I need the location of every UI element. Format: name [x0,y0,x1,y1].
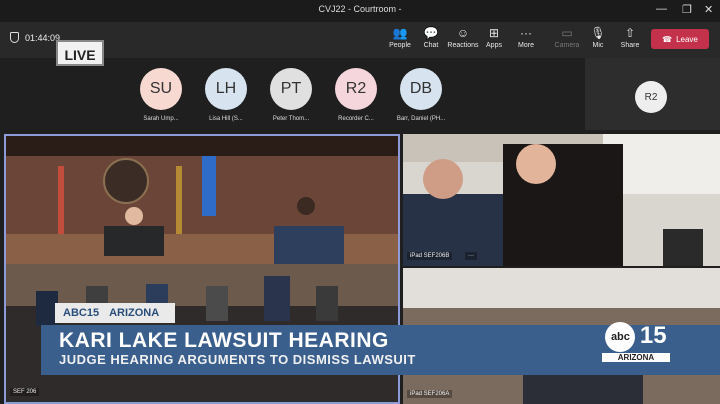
channel-number: 15 [639,322,667,349]
camera-icon: ▭ [561,26,573,40]
timer-text: 01:44:09 [25,32,61,43]
video-label: iPad SEF206B [407,252,453,260]
chat-button[interactable]: 💬 Chat [414,26,448,49]
avatar: R2 [335,68,377,110]
more-button[interactable]: ··· More [509,26,543,49]
apps-icon: ⊞ [488,26,500,40]
participant-tile[interactable]: PT Peter Thom... [261,68,321,122]
participant-tile[interactable]: DB Barr, Daniel (PH... [391,68,451,122]
avatar: PT [270,68,312,110]
participant-name: Lisa Hill (S... [209,116,243,122]
participant-tile[interactable]: SU Sarah Ump... [131,68,191,122]
restore-icon[interactable]: ❐ [682,3,692,16]
share-icon: ⇧ [624,26,636,40]
participant-tile[interactable]: LH Lisa Hill (S... [196,68,256,122]
side-participant-tile[interactable]: R2 [585,58,720,130]
meeting-stage: SU Sarah Ump... LH Lisa Hill (S... PT Pe… [0,58,720,404]
live-badge: LIVE [56,40,104,66]
avatar: LH [205,68,247,110]
camera-button[interactable]: ▭ Camera [550,26,584,49]
chat-icon: 💬 [423,26,439,40]
avatar: R2 [635,81,667,113]
phone-icon: ☎ [662,34,673,44]
news-subhead: JUDGE HEARING ARGUMENTS TO DISMISS LAWSU… [59,352,416,367]
participant-tile[interactable]: R2 Recorder C... [326,68,386,122]
smile-icon: ☺ [456,26,470,40]
reactions-button[interactable]: ☺ Reactions [446,26,480,49]
mic-icon: 🎙 [590,26,606,40]
participant-name: Peter Thom... [272,116,310,122]
ipad-video-b-frame [403,134,720,266]
meeting-toolbar: 01:44:09 👥 People 💬 Chat ☺ Reactions ⊞ A… [0,22,720,58]
video-label: iPad SEF206A [407,390,453,398]
avatar: DB [400,68,442,110]
logo-region: ARIZONA [602,353,670,362]
title-bar: CVJ22 - Courtroom - — ❐ ✕ [0,0,720,22]
station-region: ARIZONA [109,307,160,319]
window-title: CVJ22 - Courtroom - [318,4,402,14]
participant-name: Sarah Ump... [143,116,179,122]
apps-button[interactable]: ⊞ Apps [477,26,511,49]
more-icon: ··· [520,26,532,40]
abc15-logo: abc 15 ARIZONA [602,322,670,374]
mic-button[interactable]: 🎙 Mic [581,26,615,49]
share-button[interactable]: ⇧ Share [613,26,647,49]
avatar: SU [140,68,182,110]
leave-button[interactable]: ☎ Leave [651,29,709,49]
close-icon[interactable]: ✕ [704,3,713,16]
shield-icon [10,32,19,43]
minimize-icon[interactable]: — [656,3,667,15]
abc-logo-text: abc [605,322,636,352]
people-icon: 👥 [392,26,408,40]
ipad-video-b[interactable]: iPad SEF206B ··· [403,134,720,266]
more-options-icon[interactable]: ··· [465,252,477,260]
participant-name: Recorder C... [338,116,374,122]
meeting-timer: 01:44:09 [10,32,60,43]
participant-name: Barr, Daniel (PH... [396,116,446,122]
people-button[interactable]: 👥 People [383,26,417,49]
news-headline: KARI LAKE LAWSUIT HEARING [59,329,389,352]
station-tag: ABC15 ARIZONA [55,303,175,323]
station-name: ABC15 [63,307,100,319]
video-label: SEF 206 [10,388,40,396]
